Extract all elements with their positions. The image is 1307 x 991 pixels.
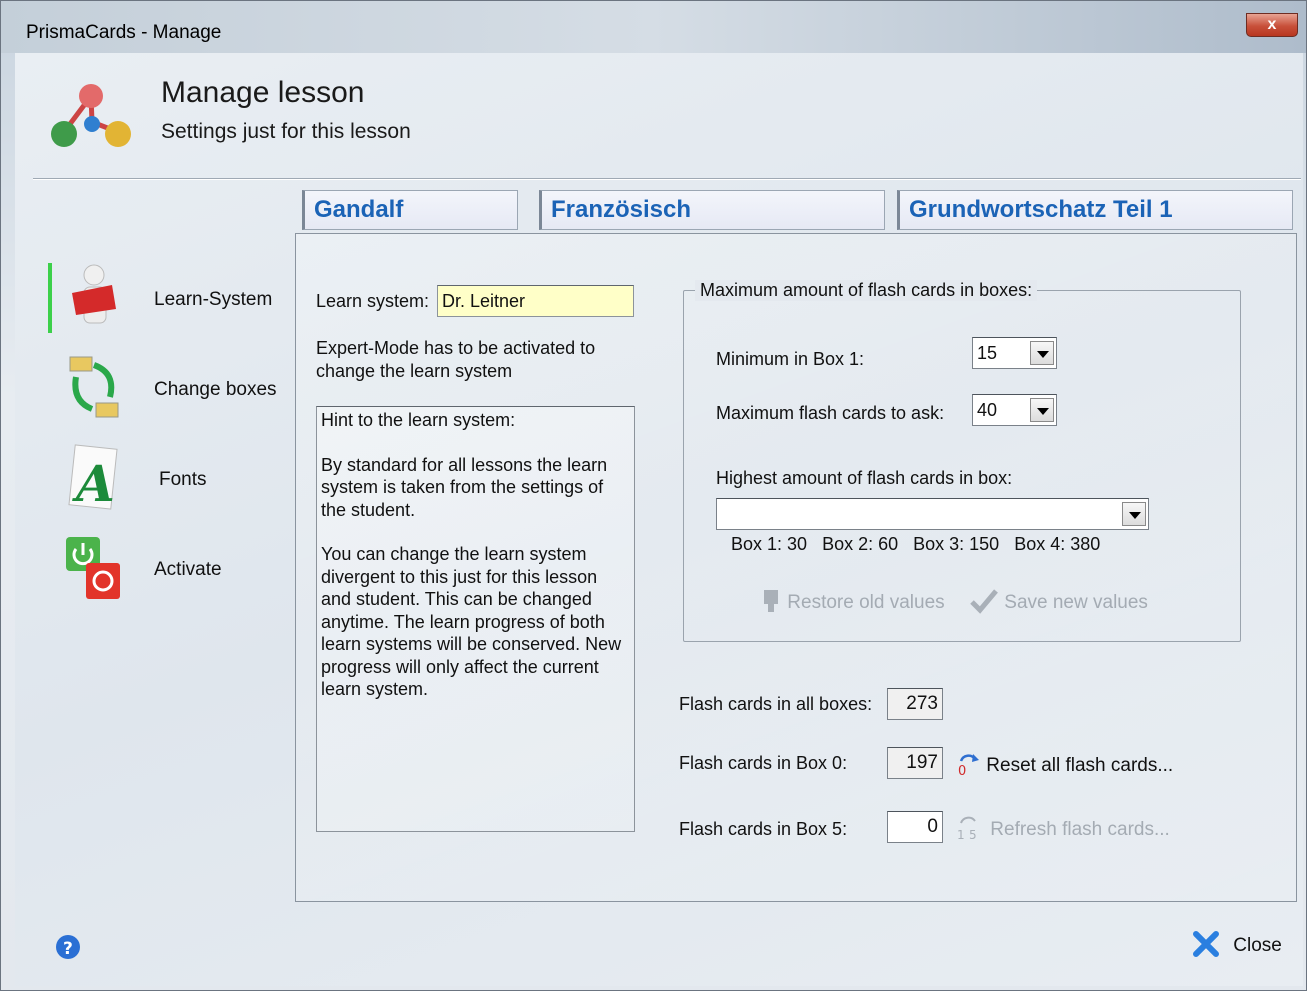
sidebar-item-label: Fonts	[159, 469, 207, 490]
sidebar-item-label: Learn-System	[154, 289, 273, 310]
reset-icon: 0	[958, 754, 979, 779]
close-icon	[1193, 931, 1219, 957]
sidebar-item-label: Activate	[154, 559, 222, 580]
sidebar-item-activate[interactable]: Activate	[50, 533, 290, 615]
box0-count: 197	[887, 747, 943, 779]
svg-text:A: A	[72, 454, 115, 513]
activate-icon	[66, 537, 120, 599]
sidebar-item-label: Change boxes	[154, 379, 277, 400]
molecule-icon	[51, 84, 131, 147]
reset-cards-label: Reset all flash cards...	[986, 755, 1174, 776]
svg-text:0: 0	[958, 764, 966, 777]
hint-paragraph-1: By standard for all lessons the learn sy…	[321, 454, 608, 520]
save-values-label: Save new values	[1004, 592, 1148, 613]
max-ask-value: 40	[977, 400, 998, 420]
save-values-button[interactable]: Save new values	[969, 588, 1148, 614]
box5-label: Flash cards in Box 5:	[679, 819, 848, 839]
highest-amount-select[interactable]: Box 1: 30 Box 2: 60 Box 3: 150 Box 4: 38…	[716, 498, 1149, 554]
hint-paragraph-2: You can change the learn system divergen…	[321, 544, 622, 699]
svg-text:?: ?	[63, 939, 73, 959]
close-button[interactable]: Close	[1192, 930, 1282, 958]
teacher-icon	[72, 264, 116, 324]
chevron-down-icon[interactable]	[1122, 502, 1146, 526]
refresh-cards-button[interactable]: 1 5 Refresh flash cards...	[955, 815, 1170, 842]
sidebar-item-fonts[interactable]: A Fonts	[50, 443, 290, 525]
sidebar-item-learn-system[interactable]: Learn-System	[50, 263, 290, 345]
sidebar-item-change-boxes[interactable]: Change boxes	[50, 353, 290, 435]
svg-text:5: 5	[969, 828, 977, 841]
chevron-down-icon[interactable]	[1030, 398, 1054, 422]
max-ask-select[interactable]: 40	[972, 394, 1057, 426]
title-bar[interactable]: PrismaCards - Manage x	[1, 1, 1306, 53]
all-boxes-count: 273	[887, 688, 943, 720]
window-close-button[interactable]: x	[1246, 13, 1298, 37]
refresh-cards-label: Refresh flash cards...	[990, 819, 1170, 840]
max-ask-label: Maximum flash cards to ask:	[716, 403, 945, 423]
hint-text-box: Hint to the learn system: By standard fo…	[316, 406, 635, 832]
reset-cards-button[interactable]: 0 Reset all flash cards...	[955, 751, 1174, 779]
checkmark-icon	[970, 589, 998, 614]
box5-count: 0	[887, 811, 943, 843]
restore-values-label: Restore old values	[787, 592, 945, 613]
restore-icon	[764, 590, 778, 612]
min-box1-label: Minimum in Box 1:	[716, 349, 865, 369]
highest-amount-label: Highest amount of flash cards in box:	[716, 468, 1013, 488]
fonts-icon: A	[68, 444, 118, 513]
change-boxes-icon	[69, 356, 119, 418]
min-box1-select[interactable]: 15	[972, 337, 1057, 369]
page-title: Manage lesson	[161, 76, 365, 109]
box0-label: Flash cards in Box 0:	[679, 753, 848, 773]
learn-system-label: Learn system:	[316, 291, 430, 311]
breadcrumb-subject: Französisch	[539, 190, 885, 230]
expert-mode-note: Expert-Mode has to be activated to chang…	[316, 338, 596, 381]
help-icon[interactable]: ?	[55, 934, 81, 960]
hint-title: Hint to the learn system:	[321, 410, 516, 430]
chevron-down-icon[interactable]	[1030, 341, 1054, 365]
svg-text:1: 1	[957, 828, 965, 841]
highest-amount-value: Box 1: 30 Box 2: 60 Box 3: 150 Box 4: 38…	[731, 534, 1101, 554]
learn-system-field[interactable]: Dr. Leitner	[437, 285, 634, 317]
min-box1-value: 15	[977, 343, 998, 363]
close-label: Close	[1233, 935, 1282, 956]
restore-values-button[interactable]: Restore old values	[760, 588, 945, 614]
breadcrumb-student: Gandalf	[302, 190, 518, 230]
groupbox-legend: Maximum amount of flash cards in boxes:	[695, 280, 1038, 301]
window-title: PrismaCards - Manage	[26, 22, 222, 43]
breadcrumb-lesson: Grundwortschatz Teil 1	[897, 190, 1293, 230]
header-divider	[33, 178, 1301, 180]
refresh-icon: 1 5	[957, 816, 977, 842]
all-boxes-label: Flash cards in all boxes:	[679, 694, 873, 714]
page-subtitle: Settings just for this lesson	[161, 120, 411, 143]
